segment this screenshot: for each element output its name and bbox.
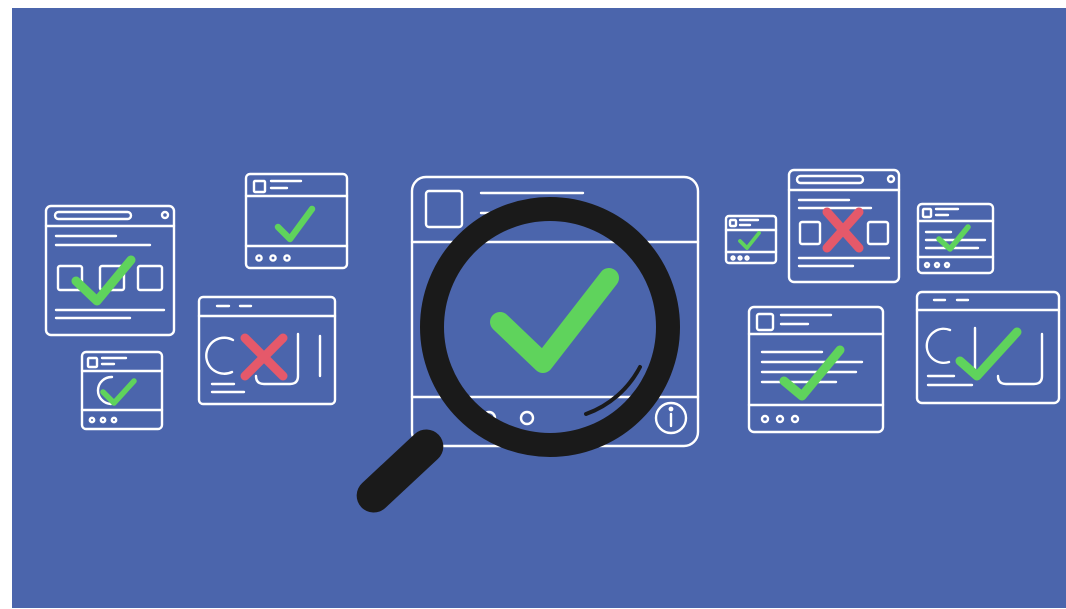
illustration-stage <box>0 0 1066 609</box>
blue-panel <box>12 8 1066 608</box>
info-icon-dot <box>668 406 674 412</box>
content-review-illustration <box>0 0 1066 609</box>
